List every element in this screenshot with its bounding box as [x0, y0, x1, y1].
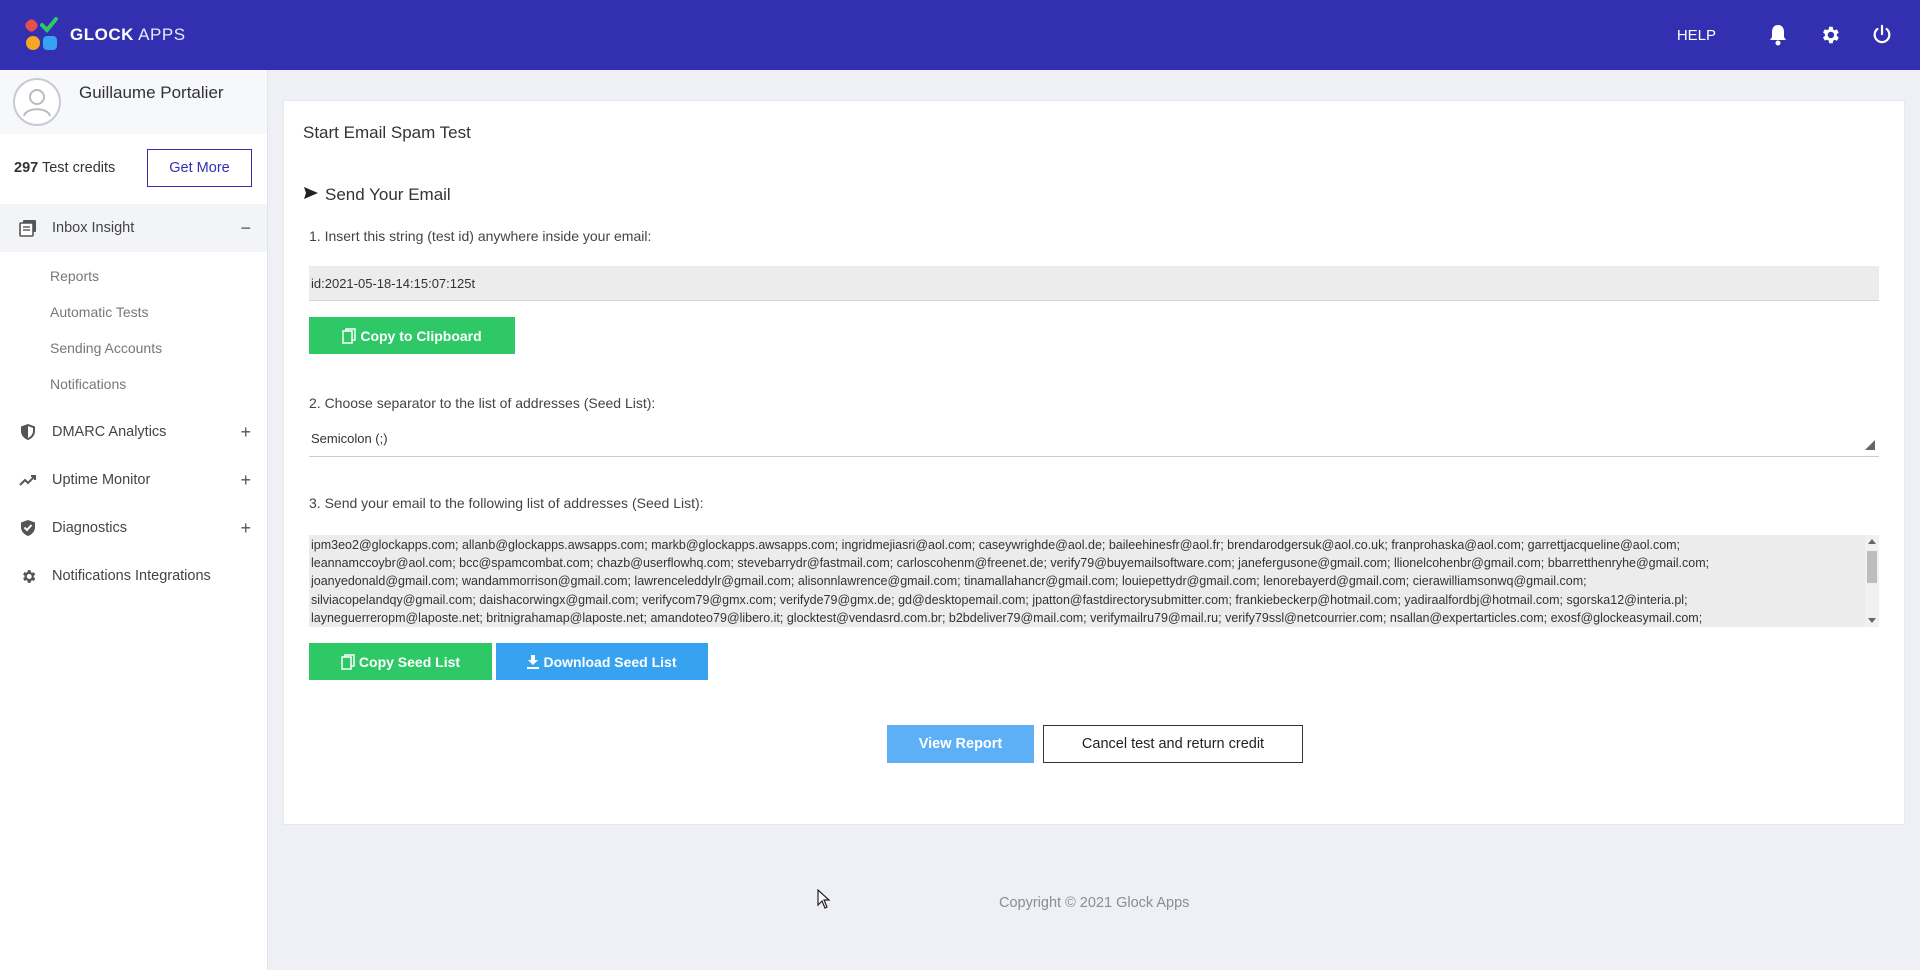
page-title: Start Email Spam Test	[303, 123, 471, 142]
step-2-label: 2. Choose separator to the list of addre…	[309, 395, 656, 411]
user-profile: Guillaume Portalier	[0, 70, 267, 134]
gear-icon[interactable]	[1816, 21, 1844, 49]
trending-up-icon	[18, 470, 38, 490]
avatar-icon[interactable]	[13, 78, 61, 126]
mouse-cursor-icon	[817, 888, 831, 912]
seed-list-scrollbar[interactable]	[1865, 535, 1879, 627]
separator-select[interactable]: Semicolon (;)	[309, 421, 1879, 457]
collapse-icon[interactable]: −	[240, 218, 251, 239]
sidebar-subitem-automatic-tests[interactable]: Automatic Tests	[0, 294, 267, 330]
brand[interactable]: GLOCK APPS	[23, 17, 186, 52]
brand-name-bold: GLOCK	[70, 25, 134, 44]
sidebar-item-label: Uptime Monitor	[52, 472, 151, 488]
seed-line: ipm3eo2@glockapps.com; allanb@glockapps.…	[311, 538, 1681, 552]
gear-icon	[18, 566, 38, 586]
section-title: Send Your Email	[303, 185, 451, 205]
sidebar-item-label: Notifications Integrations	[52, 568, 211, 584]
copy-icon	[341, 653, 355, 670]
sidebar-item-label: Diagnostics	[52, 520, 127, 536]
help-link[interactable]: HELP	[1677, 27, 1716, 44]
sidebar-item-label: Inbox Insight	[52, 220, 135, 236]
sidebar: Guillaume Portalier 297 Test credits Get…	[0, 70, 268, 970]
send-icon	[303, 185, 319, 205]
button-label: Copy Seed List	[358, 653, 461, 670]
footer-copyright: Copyright © 2021 Glock Apps	[999, 895, 1190, 911]
scroll-up-icon[interactable]	[1868, 539, 1876, 544]
download-icon	[527, 654, 540, 669]
credits-label: Test credits	[38, 160, 116, 176]
view-report-button[interactable]: View Report	[887, 725, 1034, 763]
copy-icon	[342, 327, 357, 344]
copy-seed-list-button[interactable]: Copy Seed List	[309, 643, 492, 680]
credits-count: 297	[14, 160, 39, 176]
copy-to-clipboard-button[interactable]: Copy to Clipboard	[309, 317, 515, 354]
step-3-label: 3. Send your email to the following list…	[309, 495, 704, 511]
spam-test-card: Start Email Spam Test Send Your Email 1.…	[283, 100, 1905, 825]
bell-icon[interactable]	[1764, 21, 1792, 49]
separator-value: Semicolon (;)	[311, 431, 388, 446]
seed-list-textarea[interactable]: ipm3eo2@glockapps.com; allanb@glockapps.…	[309, 535, 1879, 627]
sidebar-item-inbox-insight[interactable]: Inbox Insight −	[0, 204, 267, 252]
sidebar-subitem-sending-accounts[interactable]: Sending Accounts	[0, 330, 267, 366]
user-name: Guillaume Portalier	[79, 83, 224, 102]
sidebar-item-dmarc-analytics[interactable]: DMARC Analytics +	[0, 408, 267, 456]
inbox-icon	[18, 218, 38, 238]
test-credits: 297 Test credits	[14, 160, 115, 176]
glock-apps-logo-icon	[23, 17, 60, 52]
button-label: Copy to Clipboard	[360, 327, 482, 344]
sidebar-item-label: DMARC Analytics	[52, 424, 167, 440]
sidebar-subitem-notifications[interactable]: Notifications	[0, 366, 267, 402]
scroll-thumb[interactable]	[1867, 551, 1877, 583]
seed-line: joanyedonald@gmail.com; wandammorrison@g…	[311, 574, 1587, 589]
button-label: Download Seed List	[543, 653, 677, 670]
expand-icon[interactable]: +	[240, 518, 251, 539]
sidebar-subitem-reports[interactable]: Reports	[0, 258, 267, 294]
sidebar-item-uptime-monitor[interactable]: Uptime Monitor +	[0, 456, 267, 504]
shield-icon	[18, 422, 38, 442]
cancel-test-button[interactable]: Cancel test and return credit	[1043, 725, 1303, 763]
download-seed-list-button[interactable]: Download Seed List	[496, 643, 708, 680]
expand-icon[interactable]: +	[240, 470, 251, 491]
step-1-label: 1. Insert this string (test id) anywhere…	[309, 228, 652, 244]
sidebar-item-notifications-integrations[interactable]: Notifications Integrations	[0, 552, 267, 600]
seed-line: silviacopelandqy@gmail.com; daishacorwin…	[311, 592, 1688, 607]
sidebar-item-diagnostics[interactable]: Diagnostics +	[0, 504, 267, 552]
top-navbar: GLOCK APPS HELP	[0, 0, 1920, 70]
seed-line: leannamccoybr@aol.com; bcc@spamcombat.co…	[311, 556, 1710, 571]
scroll-down-icon[interactable]	[1868, 618, 1876, 623]
expand-icon[interactable]: +	[240, 422, 251, 443]
test-id-field[interactable]: id:2021-05-18-14:15:07:125t	[309, 266, 1879, 301]
shield-check-icon	[18, 518, 38, 538]
resize-handle-icon	[1865, 439, 1875, 450]
brand-name-light: APPS	[133, 25, 186, 44]
seed-line: layneguerreropm@laposte.net; britnigraha…	[311, 610, 1703, 625]
power-icon[interactable]	[1868, 21, 1896, 49]
send-title-text: Send Your Email	[325, 185, 451, 204]
get-more-button[interactable]: Get More	[147, 149, 252, 187]
